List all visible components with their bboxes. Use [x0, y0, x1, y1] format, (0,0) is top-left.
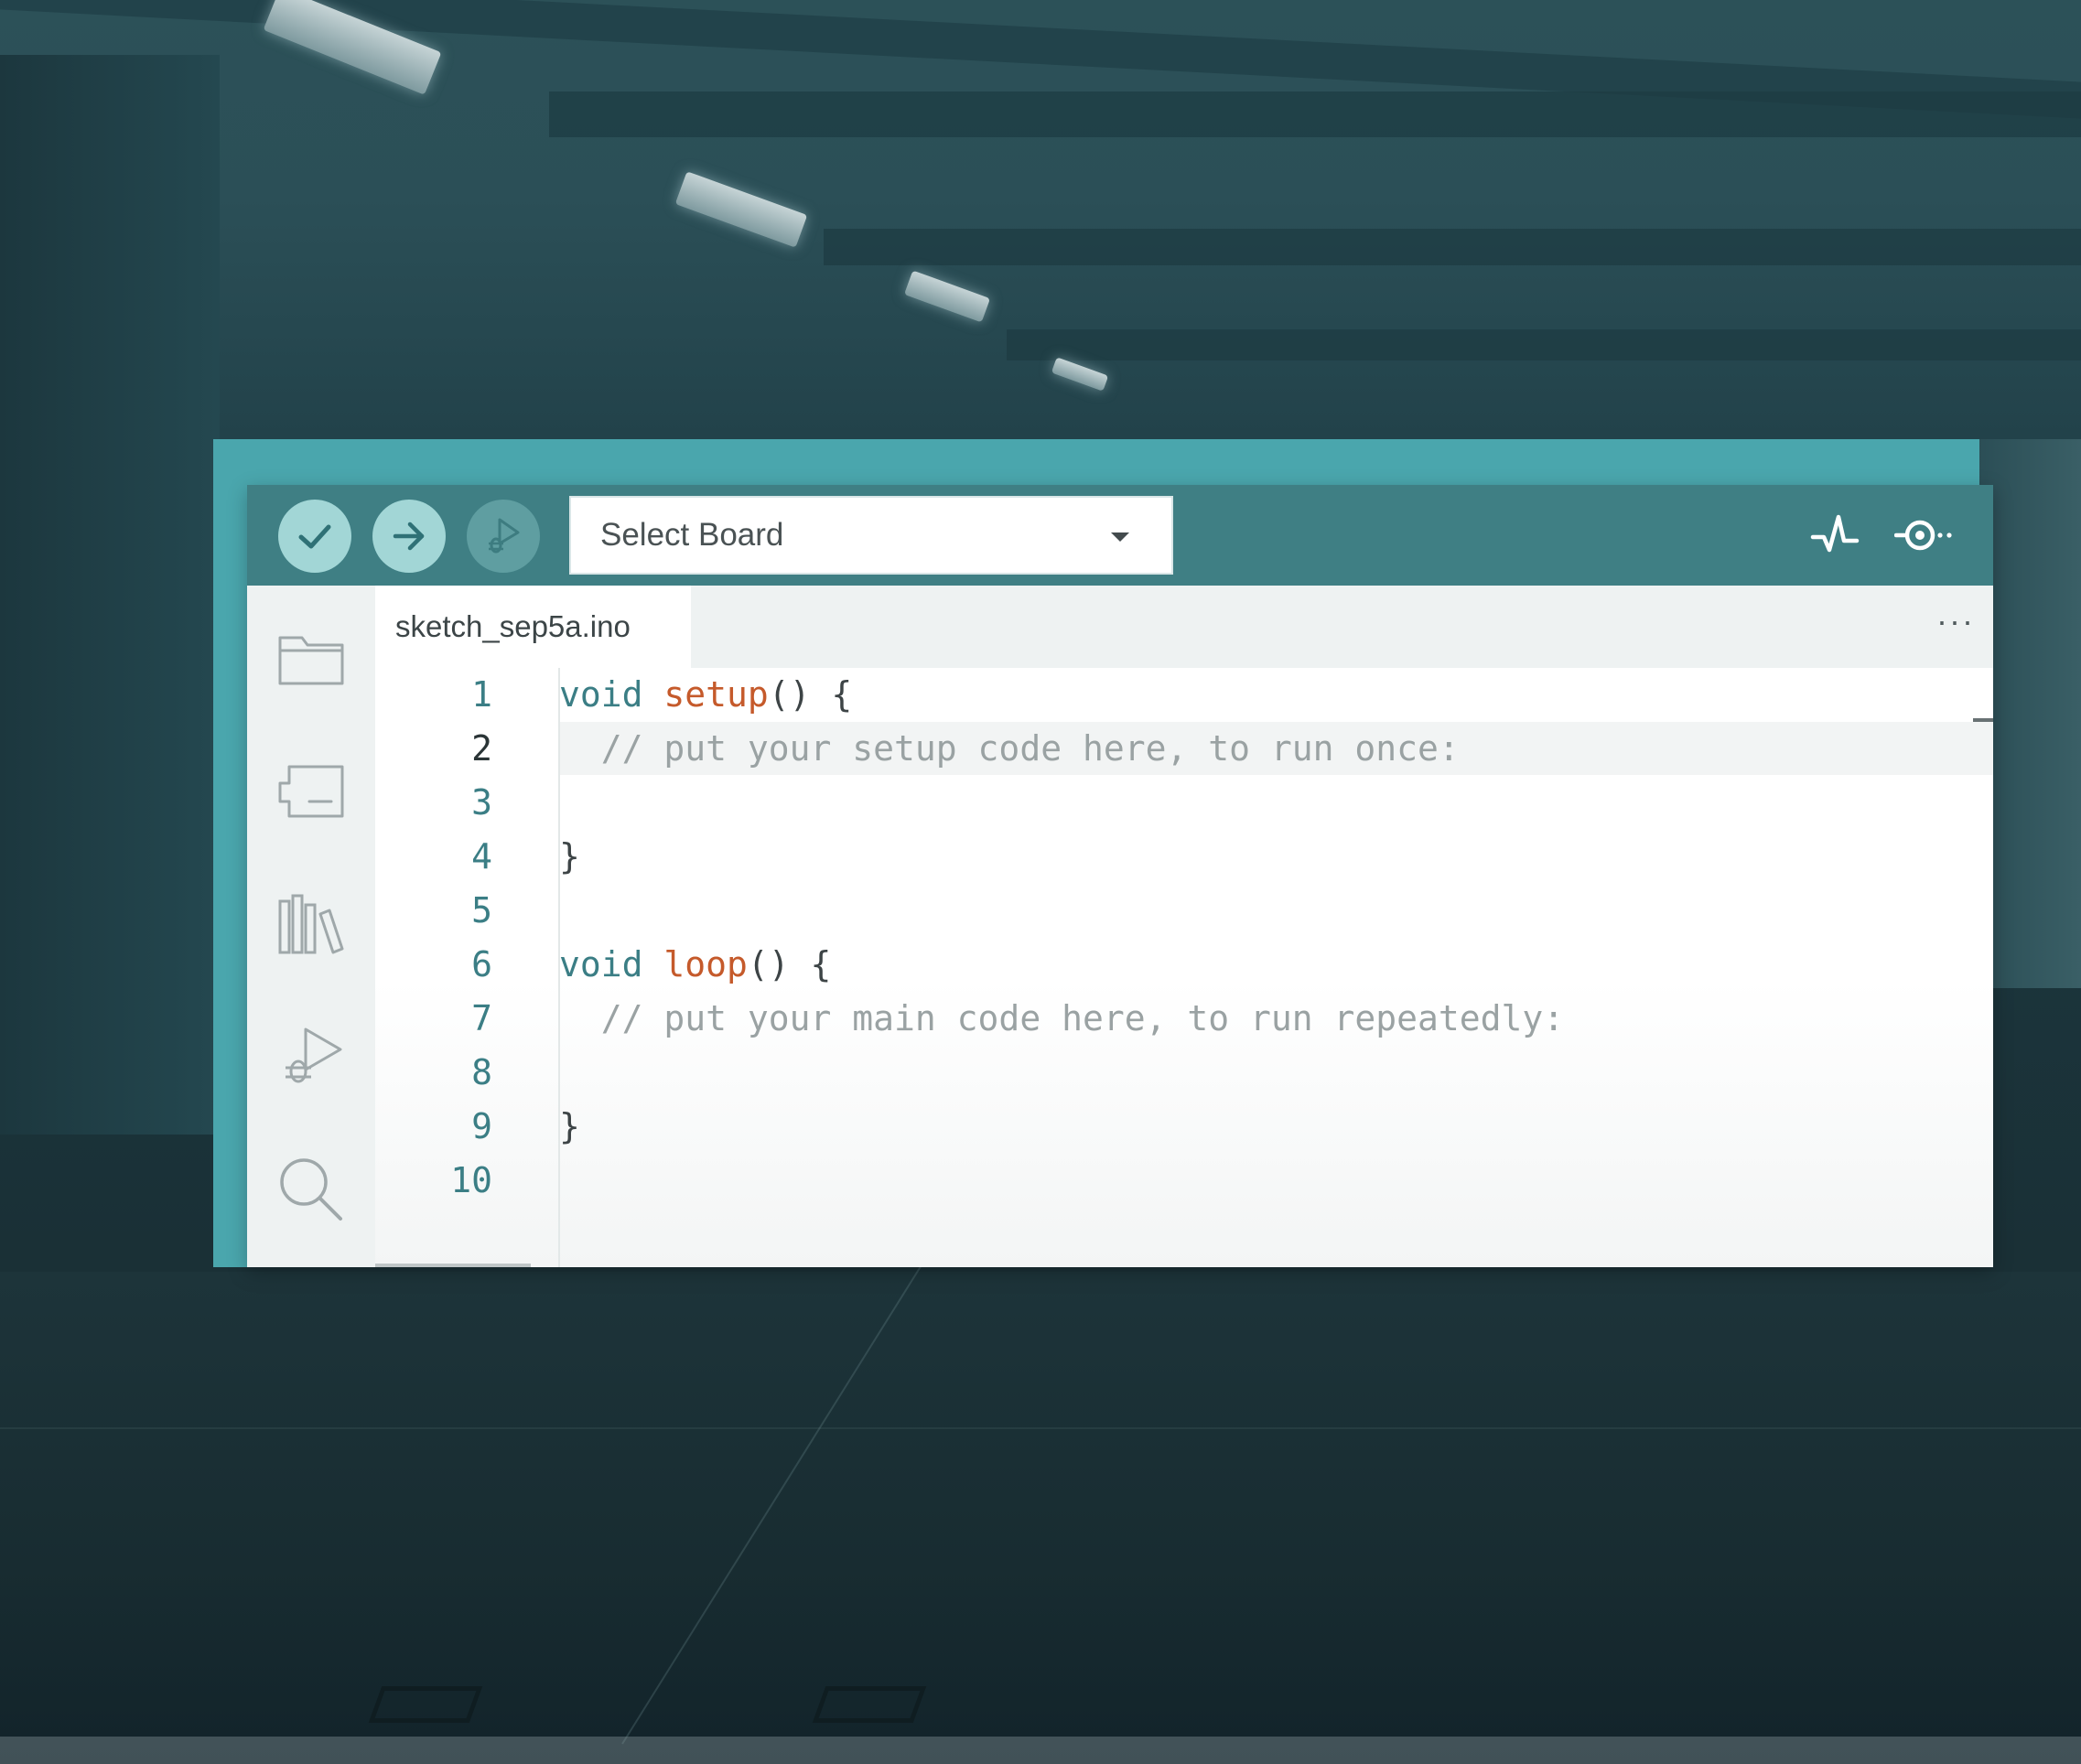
code-token: () {	[768, 674, 853, 715]
keyword-token: void	[559, 944, 643, 985]
code-token: }	[559, 1106, 580, 1147]
code-line[interactable]: 1 void setup() {	[375, 668, 1993, 722]
debug-icon	[489, 518, 520, 554]
arrow-right-icon	[393, 522, 425, 551]
board-icon	[278, 765, 344, 818]
ceiling-beam	[549, 91, 2081, 137]
sidebar-item-library-manager[interactable]	[270, 883, 352, 965]
line-number: 9	[471, 1106, 492, 1147]
vertical-scrollbar[interactable]	[1973, 718, 1993, 722]
floor-mark	[812, 1686, 927, 1723]
sidebar-item-search[interactable]	[270, 1148, 352, 1231]
code-token: }	[559, 836, 580, 877]
verify-button[interactable]	[278, 500, 351, 573]
sidebar	[247, 586, 375, 1267]
line-number: 4	[471, 836, 492, 877]
tab-label: sketch_sep5a.ino	[395, 609, 631, 643]
line-number: 10	[450, 1160, 492, 1201]
search-icon	[280, 1158, 342, 1221]
board-select[interactable]: Select Board	[569, 496, 1173, 575]
upload-button[interactable]	[372, 500, 446, 573]
code-text: // put your main code here, to run repea…	[559, 992, 1564, 1046]
code-line[interactable]: 2 // put your setup code here, to run on…	[375, 722, 1993, 776]
code-line[interactable]: 8	[375, 1046, 1993, 1100]
line-number: 5	[471, 890, 492, 931]
toolbar: Select Board	[247, 485, 1993, 586]
debug-icon	[286, 1027, 342, 1083]
serial-monitor-icon	[1894, 520, 1952, 551]
line-number: 8	[471, 1052, 492, 1093]
code-editor[interactable]: 1 void setup() {2 // put your setup code …	[375, 668, 1993, 1267]
comment-token: // put your setup code here, to run once…	[559, 728, 1460, 769]
ide-window: Select Board sketch_sep5a.ino ··· 1 void…	[247, 485, 1993, 1267]
sidebar-item-sketchbook[interactable]	[270, 618, 352, 700]
check-icon	[298, 524, 331, 549]
code-line[interactable]: 3	[375, 776, 1993, 830]
horizontal-scrollbar[interactable]	[375, 1264, 531, 1267]
code-line[interactable]: 6 void loop() {	[375, 938, 1993, 992]
left-wall	[0, 55, 220, 1135]
code-text: }	[559, 1100, 580, 1154]
keyword-token: void	[559, 674, 643, 715]
code-line[interactable]: 9}	[375, 1100, 1993, 1154]
folder-icon	[278, 636, 344, 685]
line-number: 2	[471, 728, 492, 769]
line-number: 1	[471, 674, 492, 715]
caret-down-icon	[1111, 532, 1129, 542]
code-token: () {	[747, 944, 832, 985]
comment-token: // put your main code here, to run repea…	[559, 998, 1565, 1039]
code-line[interactable]: 7 // put your main code here, to run rep…	[375, 992, 1993, 1046]
line-number: 7	[471, 998, 492, 1039]
tab-bar: sketch_sep5a.ino ···	[375, 586, 1993, 668]
code-line[interactable]: 5	[375, 884, 1993, 938]
code-text: void setup() {	[559, 668, 852, 722]
tab-sketch[interactable]: sketch_sep5a.ino	[375, 586, 691, 668]
board-select-label: Select Board	[600, 517, 784, 553]
ceiling-beam	[824, 229, 2081, 265]
line-number: 6	[471, 944, 492, 985]
code-text: }	[559, 830, 580, 884]
pulse-icon	[1810, 514, 1860, 553]
floor	[0, 1272, 2081, 1764]
more-options-button[interactable]: ···	[1936, 602, 1975, 640]
serial-plotter-button[interactable]	[1803, 503, 1867, 567]
floor-line	[0, 1427, 2081, 1429]
serial-monitor-button[interactable]	[1894, 503, 1958, 567]
sidebar-item-boards-manager[interactable]	[270, 750, 352, 833]
debug-button[interactable]	[467, 500, 540, 573]
function-token: setup	[663, 674, 769, 715]
ceiling-beam	[1007, 329, 2081, 360]
library-icon	[278, 894, 344, 954]
code-line[interactable]: 4}	[375, 830, 1993, 884]
code-text: // put your setup code here, to run once…	[559, 722, 1460, 776]
sidebar-item-debug[interactable]	[270, 1016, 352, 1098]
floor-mark	[368, 1686, 483, 1723]
function-token: loop	[663, 944, 748, 985]
code-line[interactable]: 10	[375, 1154, 1993, 1208]
floor-edge	[0, 1737, 2081, 1764]
code-text: void loop() {	[559, 938, 831, 992]
line-number: 3	[471, 782, 492, 823]
